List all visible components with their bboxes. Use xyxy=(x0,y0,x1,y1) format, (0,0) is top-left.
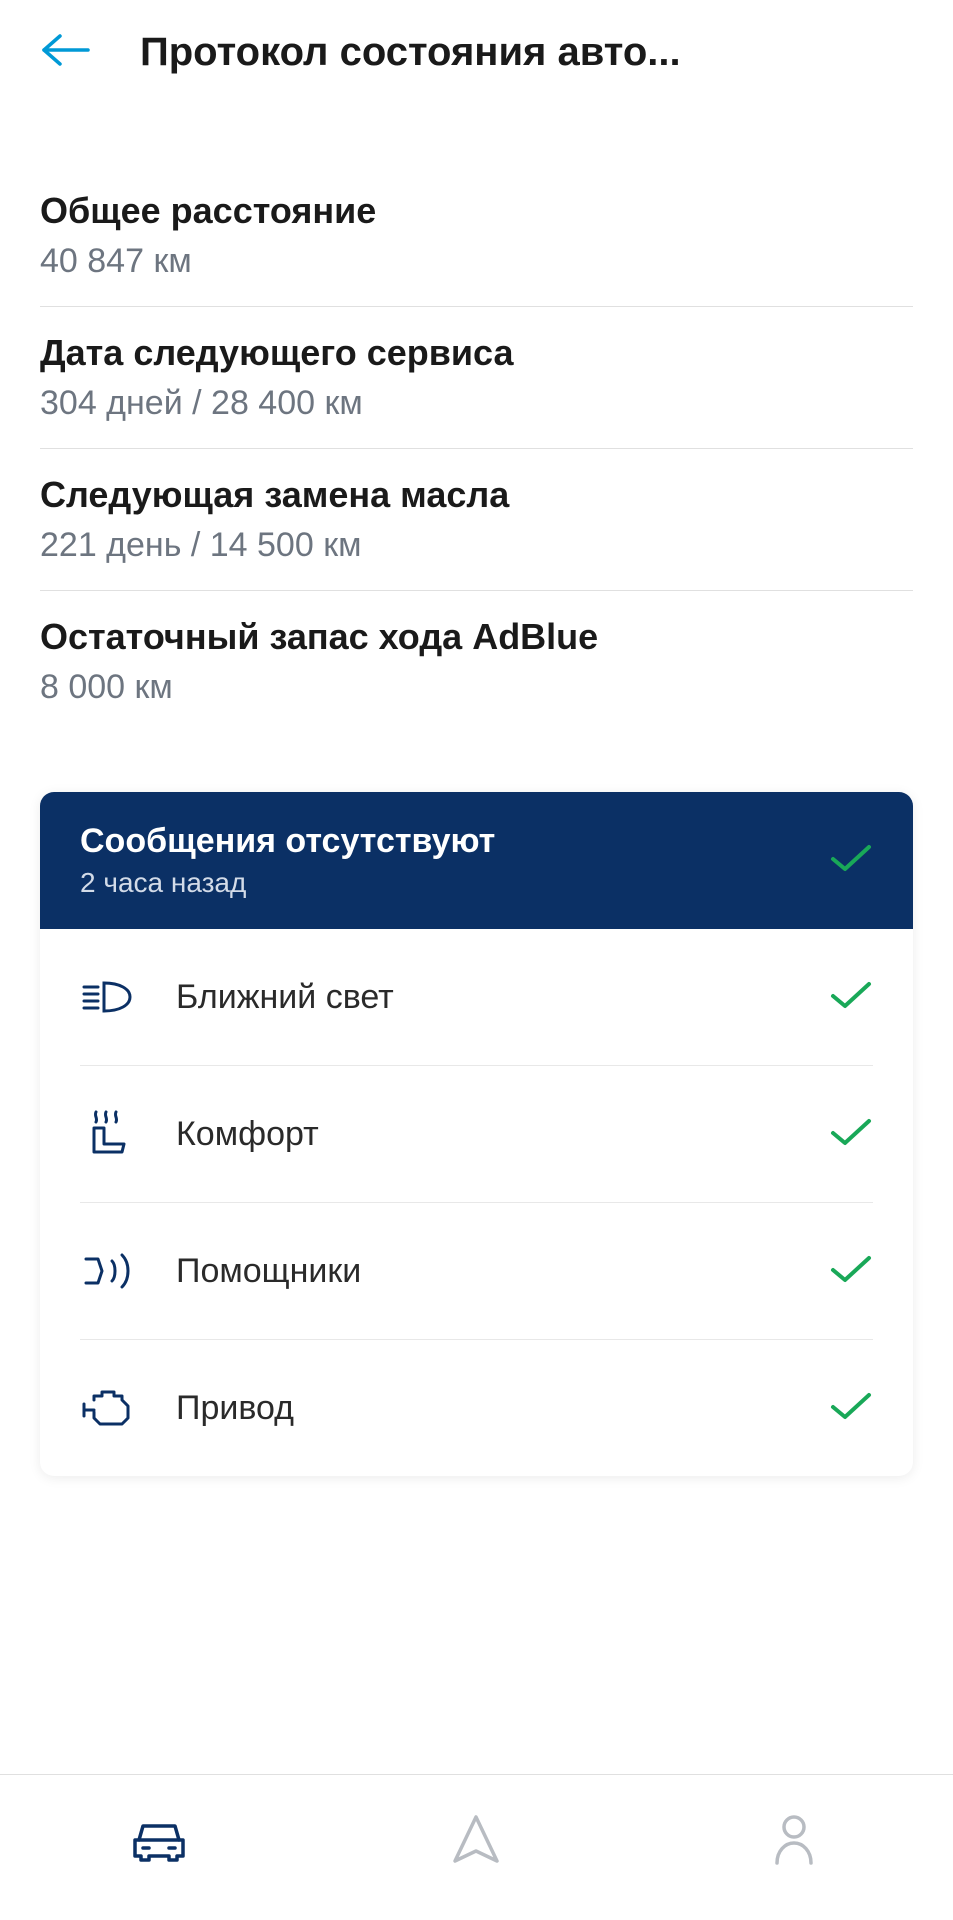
info-label: Общее расстояние xyxy=(40,190,913,232)
nav-car-icon[interactable] xyxy=(129,1810,189,1870)
check-icon xyxy=(829,841,873,880)
app-header: Протокол состояния авто... xyxy=(0,0,953,115)
info-total-distance: Общее расстояние 40 847 км xyxy=(40,165,913,307)
info-value: 304 дней / 28 400 км xyxy=(40,384,913,423)
engine-icon xyxy=(80,1380,136,1436)
status-item-label: Ближний свет xyxy=(176,978,789,1017)
nav-profile-icon[interactable] xyxy=(764,1810,824,1870)
status-header-text: Сообщения отсутствуют 2 часа назад xyxy=(80,822,495,899)
status-card: Сообщения отсутствуют 2 часа назад xyxy=(40,792,913,1476)
seat-heating-icon xyxy=(80,1106,136,1162)
status-item-label: Помощники xyxy=(176,1252,789,1291)
page-title: Протокол состояния авто... xyxy=(140,30,681,75)
back-arrow-icon[interactable] xyxy=(40,32,90,73)
check-icon xyxy=(829,978,873,1017)
bottom-nav xyxy=(0,1774,953,1920)
low-beam-icon xyxy=(80,969,136,1025)
status-title: Сообщения отсутствуют xyxy=(80,822,495,861)
check-icon xyxy=(829,1252,873,1291)
info-label: Остаточный запас хода AdBlue xyxy=(40,616,913,658)
status-item-drivetrain[interactable]: Привод xyxy=(80,1340,873,1476)
info-value: 221 день / 14 500 км xyxy=(40,526,913,565)
status-item-label: Комфорт xyxy=(176,1115,789,1154)
info-value: 8 000 км xyxy=(40,668,913,707)
info-value: 40 847 км xyxy=(40,242,913,281)
status-card-header[interactable]: Сообщения отсутствуют 2 часа назад xyxy=(40,792,913,929)
parking-sensor-icon xyxy=(80,1243,136,1299)
content-area: Общее расстояние 40 847 км Дата следующе… xyxy=(0,115,953,1774)
status-list: Ближний свет Комфорт xyxy=(40,929,913,1476)
status-item-label: Привод xyxy=(176,1389,789,1428)
info-label: Дата следующего сервиса xyxy=(40,332,913,374)
status-item-low-beam[interactable]: Ближний свет xyxy=(80,929,873,1066)
info-next-oil-change: Следующая замена масла 221 день / 14 500… xyxy=(40,449,913,591)
info-next-service: Дата следующего сервиса 304 дней / 28 40… xyxy=(40,307,913,449)
status-subtitle: 2 часа назад xyxy=(80,867,495,899)
check-icon xyxy=(829,1115,873,1154)
info-adblue-range: Остаточный запас хода AdBlue 8 000 км xyxy=(40,591,913,732)
info-label: Следующая замена масла xyxy=(40,474,913,516)
status-item-comfort[interactable]: Комфорт xyxy=(80,1066,873,1203)
check-icon xyxy=(829,1389,873,1428)
info-section: Общее расстояние 40 847 км Дата следующе… xyxy=(40,165,913,732)
nav-navigation-icon[interactable] xyxy=(446,1810,506,1870)
status-item-assistants[interactable]: Помощники xyxy=(80,1203,873,1340)
